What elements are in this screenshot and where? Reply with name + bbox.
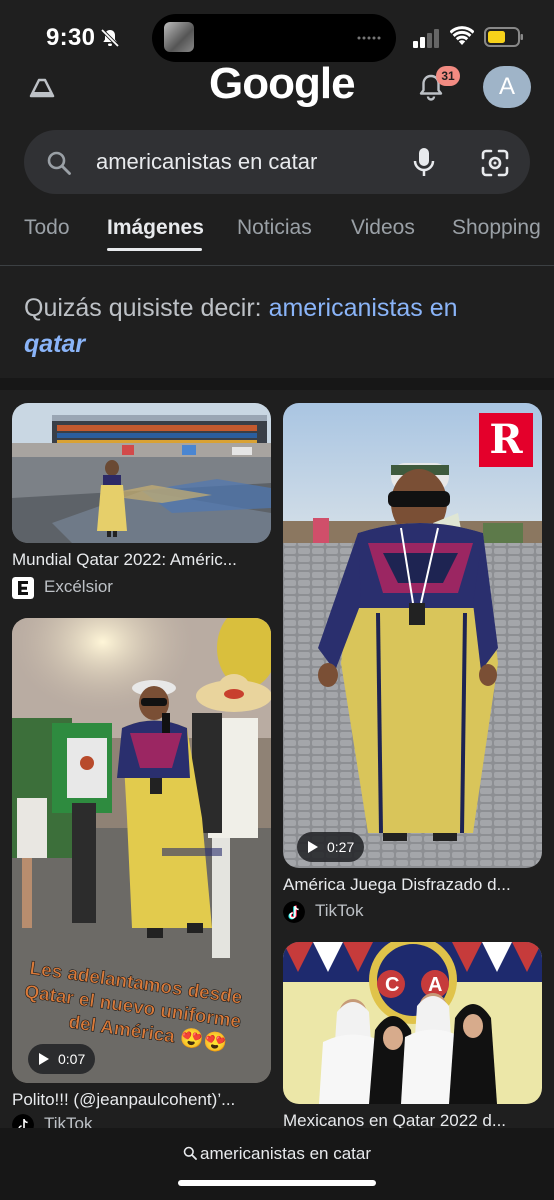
microphone-icon[interactable]: [412, 146, 436, 178]
spelling-suggestion: Quizás quisiste decir: americanistas en …: [24, 290, 530, 362]
tab-todo[interactable]: Todo: [24, 216, 70, 240]
now-playing-thumbnail: [164, 22, 194, 52]
result-source: TikTok: [315, 901, 364, 920]
status-bar: 9:30: [0, 0, 554, 70]
excelsior-e-icon: [12, 577, 34, 599]
play-icon: [39, 1053, 49, 1065]
status-time: 9:30: [46, 24, 96, 51]
home-indicator[interactable]: [178, 1180, 376, 1186]
result-thumbnail[interactable]: C A: [283, 942, 542, 1104]
video-duration-badge: 0:07: [28, 1044, 96, 1074]
app-header: Google 31 A: [0, 62, 554, 112]
tab-imagenes[interactable]: Imágenes: [107, 216, 204, 240]
suggestion-link-bold[interactable]: qatar: [24, 330, 85, 358]
section-divider: [0, 378, 554, 390]
signal-icon: [413, 29, 439, 48]
search-tabs: Todo Imágenes Noticias Videos Shopping: [0, 206, 554, 266]
active-tab-indicator: [107, 248, 202, 251]
svg-text:A: A: [428, 974, 442, 996]
google-lens-icon[interactable]: [480, 148, 510, 178]
search-icon: [47, 151, 71, 175]
result-thumbnail[interactable]: Les adelantamos desde Qatar el nuevo uni…: [12, 618, 271, 1083]
image-results-grid: Mundial Qatar 2022: Améric... Excélsior: [0, 390, 554, 1130]
result-title[interactable]: Polito!!! (@jeanpaulcohent)’...: [12, 1090, 271, 1110]
labs-flask-icon[interactable]: [28, 72, 56, 98]
reforma-r-logo: R: [479, 413, 533, 467]
battery-icon: [484, 27, 523, 47]
bell-slash-icon: [100, 28, 120, 48]
result-title[interactable]: Mundial Qatar 2022: Améric...: [12, 550, 271, 570]
wifi-icon: [450, 26, 474, 45]
bottom-search-query[interactable]: americanistas en catar: [0, 1144, 554, 1164]
tab-shopping[interactable]: Shopping: [452, 216, 541, 240]
video-caption-overlay: Les adelantamos desde Qatar el nuevo uni…: [23, 958, 244, 1056]
result-title[interactable]: América Juega Disfrazado d...: [283, 875, 542, 895]
tab-videos[interactable]: Videos: [351, 216, 415, 240]
result-thumbnail[interactable]: R 0:27: [283, 403, 542, 868]
result-source: Excélsior: [44, 577, 113, 596]
video-duration-badge: 0:27: [297, 832, 365, 862]
dynamic-island: [152, 14, 396, 62]
search-bar[interactable]: americanistas en catar: [24, 130, 530, 194]
suggestion-link[interactable]: americanistas en: [269, 294, 458, 322]
google-logo: Google: [209, 62, 356, 108]
waveform-icon: [357, 36, 381, 40]
bottom-search-text: americanistas en catar: [199, 1144, 372, 1163]
tab-noticias[interactable]: Noticias: [237, 216, 312, 240]
search-input[interactable]: americanistas en catar: [96, 149, 317, 175]
search-icon: [183, 1146, 197, 1160]
video-duration: 0:07: [58, 1051, 86, 1067]
notification-count-badge: 31: [436, 66, 460, 86]
play-icon: [308, 841, 318, 853]
bottom-url-bar[interactable]: americanistas en catar: [0, 1128, 554, 1200]
account-avatar[interactable]: A: [483, 66, 531, 108]
suggestion-prefix: Quizás quisiste decir:: [24, 294, 262, 322]
svg-text:C: C: [385, 974, 399, 996]
result-thumbnail[interactable]: [12, 403, 271, 543]
video-duration: 0:27: [327, 839, 355, 855]
tiktok-icon: [283, 901, 305, 923]
